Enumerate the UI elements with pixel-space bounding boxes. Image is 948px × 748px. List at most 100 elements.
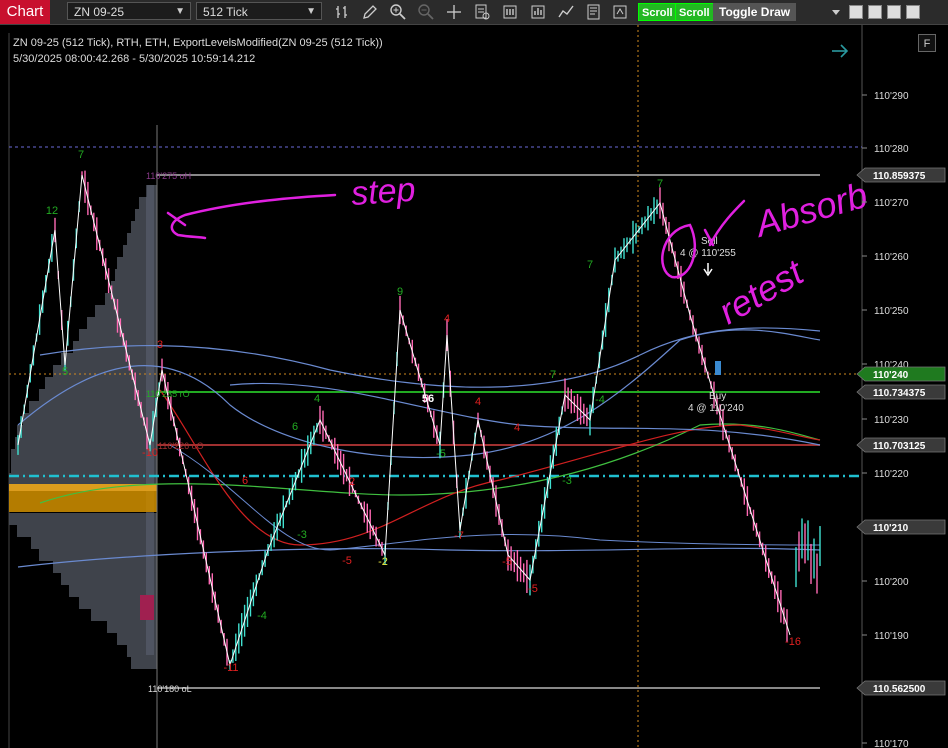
buy-detail: 4 @ 110'240 [688,403,744,414]
price-marker-label: 110'210 [873,523,909,534]
swing-label: 9 [397,286,403,298]
swing-label: -11 [223,662,238,674]
profile-row [11,461,157,473]
swing-label: 7 [587,259,593,271]
annotation-absorb: Absorb [749,174,872,245]
annotation-arrow-step [170,193,337,240]
level-label-low: 110'180 oL [148,684,192,694]
minimize-icon[interactable] [849,5,863,19]
buy-arrow-icon[interactable] [715,361,721,375]
swing-label: 5 [62,366,68,378]
sell-arrow-icon[interactable] [703,263,713,277]
properties-icon[interactable] [501,3,519,21]
level-label-open: 110'235 rO [146,389,190,399]
swing-label: -7 [454,530,464,542]
indicators-icon[interactable] [557,3,575,21]
zoom-in-icon[interactable] [389,3,407,21]
profile-row [131,657,157,669]
price-tick-label: 110'200 [874,577,909,588]
swing-label: 7 [78,149,84,161]
swing-label: 4 [514,422,520,434]
swing-label: 6 [292,421,298,433]
swing-label: -4 [257,610,267,622]
profile-row [11,449,157,461]
period-selector[interactable]: 512 Tick ▼ [196,2,322,20]
data-box-icon[interactable] [473,3,491,21]
swing-label: 2 [349,476,355,488]
swing-label: 4 [314,393,320,405]
swing-label: 12 [46,205,58,217]
sell-detail: 4 @ 110'255 [680,248,736,259]
instrument-selector[interactable]: ZN 09-25 ▼ [67,2,191,20]
swing-label: 7 [550,369,556,381]
profile-row [53,365,157,377]
swing-label: -4 [595,394,605,406]
profile-row [45,377,157,389]
price-tick-label: 110'190 [874,631,909,642]
profile-low-block [140,595,154,620]
volume-profile [9,185,157,669]
profile-row [31,537,157,549]
instrument-label: ZN 09-25 [74,5,125,19]
strategies-icon[interactable] [529,3,547,21]
chevron-down-icon[interactable] [827,3,845,21]
buy-label: Buy [709,391,726,402]
swing-label: -3 [562,475,572,487]
price-marker: 110.859375 [856,167,946,183]
crosshair-icon[interactable] [445,3,463,21]
price-marker: 110'240 [856,366,946,382]
chevron-down-icon: ▼ [306,6,316,17]
share-icon[interactable] [611,3,629,21]
swing-label: -5 [528,583,538,595]
restore-icon[interactable] [868,5,882,19]
bar-type-icon[interactable] [334,3,352,21]
maximize-icon[interactable] [887,5,901,19]
swing-label: -5 [502,556,512,568]
scroll-button-2[interactable]: Scroll [675,3,714,21]
price-marker-label: 110'240 [873,370,909,381]
swing-label: -10 [142,447,158,459]
swing-label: -3 [297,529,307,541]
price-marker: 110.562500 [856,680,946,696]
close-icon[interactable] [906,5,920,19]
swing-label: 6 [242,475,248,487]
profile-row [23,413,157,425]
period-label: 512 Tick [203,5,248,19]
profile-row [61,573,157,585]
price-marker-label: 110.859375 [873,171,926,182]
price-marker: 110'210 [856,519,946,535]
profile-row [15,437,157,449]
chevron-down-icon: ▼ [175,6,185,17]
toggle-draw-button[interactable]: Toggle Draw [713,3,797,21]
price-tick-label: 110'220 [874,469,909,480]
profile-row [61,353,157,365]
scroll-button[interactable]: Scroll [638,3,677,21]
swing-label: 7 [657,178,663,190]
drawing-tools-icon[interactable] [585,3,603,21]
price-tick-label: 110'230 [874,415,909,426]
price-tick-label: 110'250 [874,306,909,317]
price-chart[interactable]: 110'275 oH 110'235 rO 110'226 oO 110'180… [0,25,948,748]
price-axis[interactable]: 110'290 110'280 110'270 110'260 110'250 110'2… [862,91,909,748]
swing-label: -2 [378,556,388,568]
price-marker-label: 110.562500 [873,684,926,695]
profile-row [9,513,157,525]
price-marker: 110.703125 [856,437,946,453]
chart-tab[interactable]: Chart [0,0,50,24]
swing-label: -5 [342,555,352,567]
profile-row [17,525,157,537]
profile-row [39,389,157,401]
chart-area[interactable]: ZN 09-25 (512 Tick), RTH, ETH, ExportLev… [0,25,948,748]
toolbar: Chart ZN 09-25 ▼ 512 Tick ▼ Scroll Scroll … [0,0,948,25]
price-tick-label: 110'270 [874,198,909,209]
price-tick-label: 110'290 [874,91,909,102]
swing-label: -16 [785,636,801,648]
swing-label: 3 [157,339,163,351]
swing-label: 4 [444,313,450,325]
pencil-icon[interactable] [361,3,379,21]
price-marker-label: 110.703125 [873,441,926,452]
swing-label: 4 [475,396,481,408]
annotation-step: step [350,171,417,213]
swing-label: -5 [436,448,446,460]
zoom-out-icon[interactable] [417,3,435,21]
